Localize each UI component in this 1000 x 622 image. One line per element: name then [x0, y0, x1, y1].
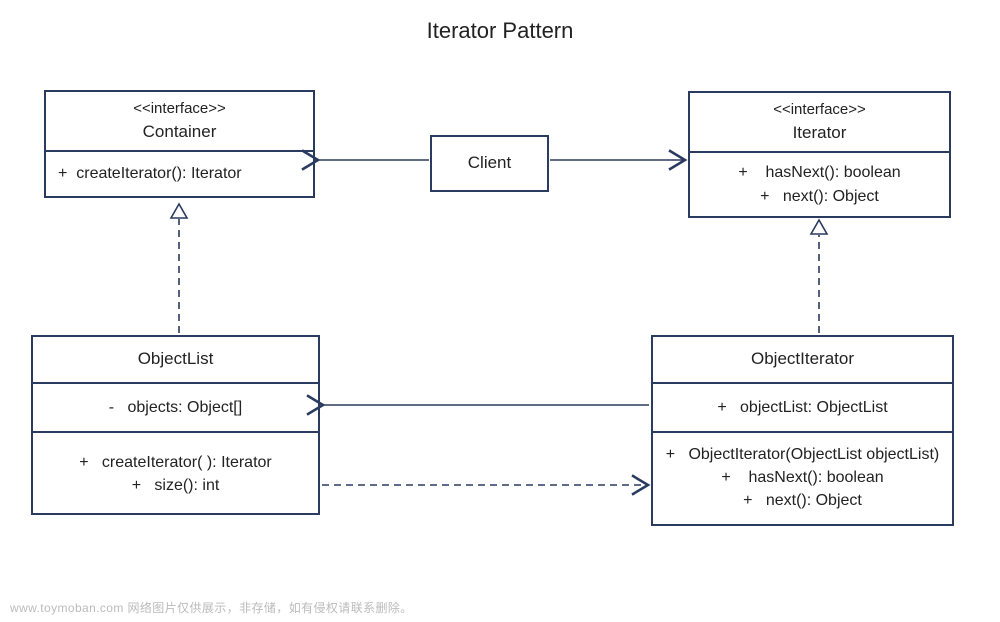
class-objectlist-operations: + createIterator( ): Iterator + size(): …	[33, 433, 318, 513]
operation-label: + next(): Object	[665, 489, 940, 512]
class-iterator: <<interface>> Iterator + hasNext(): bool…	[688, 91, 951, 218]
class-client: Client	[430, 135, 549, 192]
attribute-label: - objects: Object[]	[45, 396, 306, 419]
diagram-title: Iterator Pattern	[0, 18, 1000, 44]
attribute-label: + objectList: ObjectList	[665, 396, 940, 419]
operation-label: + createIterator(): Iterator	[58, 162, 301, 185]
class-container-operations: + createIterator(): Iterator	[46, 152, 313, 195]
class-container-name: <<interface>> Container	[46, 92, 313, 152]
class-objectiterator-attributes: + objectList: ObjectList	[653, 384, 952, 433]
class-name-label: Iterator	[700, 121, 939, 146]
class-iterator-name: <<interface>> Iterator	[690, 93, 949, 153]
operation-label: + hasNext(): boolean	[665, 466, 940, 489]
class-objectlist-name: ObjectList	[33, 337, 318, 384]
class-objectiterator-name: ObjectIterator	[653, 337, 952, 384]
class-client-name: Client	[432, 137, 547, 190]
operation-label: + size(): int	[45, 474, 306, 497]
class-objectiterator-operations: + ObjectIterator(ObjectList objectList) …	[653, 433, 952, 525]
operation-label: + ObjectIterator(ObjectList objectList)	[665, 443, 940, 466]
class-objectlist-attributes: - objects: Object[]	[33, 384, 318, 433]
operation-label: + next(): Object	[700, 185, 939, 208]
class-name-label: ObjectList	[43, 347, 308, 372]
stereotype-label: <<interface>>	[700, 99, 939, 121]
stereotype-label: <<interface>>	[56, 98, 303, 120]
operation-label: + createIterator( ): Iterator	[45, 451, 306, 474]
class-name-label: Container	[56, 120, 303, 145]
class-name-label: Client	[440, 151, 539, 176]
class-iterator-operations: + hasNext(): boolean + next(): Object	[690, 153, 949, 215]
class-container: <<interface>> Container + createIterator…	[44, 90, 315, 198]
class-name-label: ObjectIterator	[663, 347, 942, 372]
watermark-text: www.toymoban.com 网络图片仅供展示，非存储，如有侵权请联系删除。	[10, 599, 413, 616]
class-objectlist: ObjectList - objects: Object[] + createI…	[31, 335, 320, 515]
class-objectiterator: ObjectIterator + objectList: ObjectList …	[651, 335, 954, 526]
operation-label: + hasNext(): boolean	[700, 161, 939, 184]
